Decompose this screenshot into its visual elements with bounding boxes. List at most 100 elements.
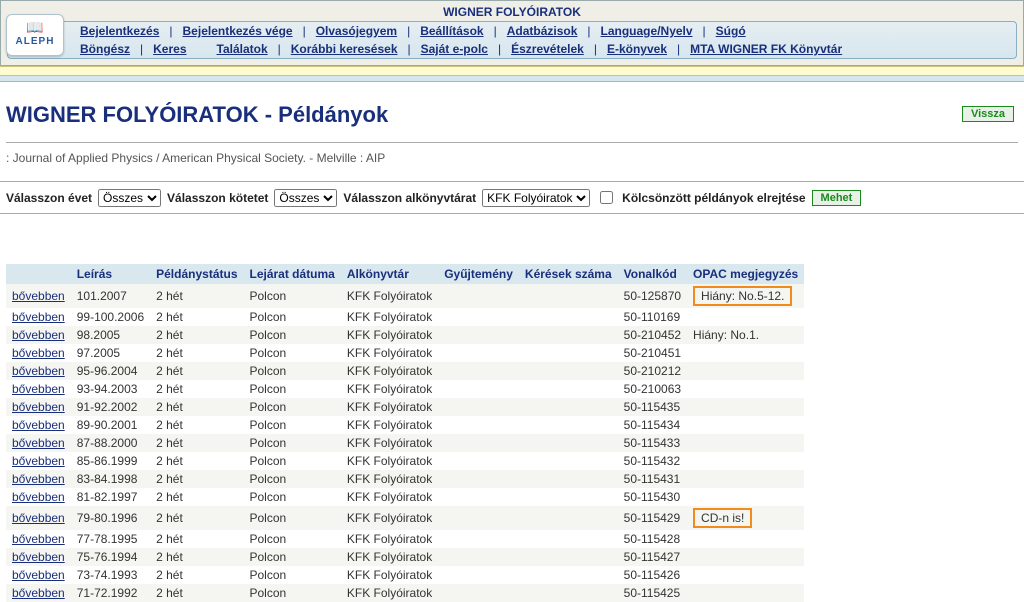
cell-desc: 93-94.2003 [71,380,150,398]
cell-barcode: 50-115434 [618,416,687,434]
cell-collection [438,470,519,488]
cell-actions: bővebben [6,308,71,326]
cell-status: 2 hét [150,398,243,416]
cell-barcode: 50-115430 [618,488,687,506]
cell-requests [519,530,618,548]
cell-location: Polcon [244,506,341,530]
nav-row-1: Bejelentkezés | Bejelentkezés vége | Olvasój… [8,22,1016,40]
cell-desc: 85-86.1999 [71,452,150,470]
cell-opac-note [687,398,804,416]
more-link[interactable]: bővebben [12,400,65,414]
more-link[interactable]: bővebben [12,436,65,450]
sublib-select[interactable]: KFK Folyóiratok [482,189,590,207]
hide-loaned-checkbox[interactable] [600,191,613,204]
cell-actions: bővebben [6,566,71,584]
year-select[interactable]: Összes [98,189,161,207]
col-p-ld-nyst-tus: Példánystátus [150,264,243,284]
cell-location: Polcon [244,362,341,380]
cell-actions: bővebben [6,326,71,344]
table-row: bővebben75-76.19942 hétPolconKFK Folyóir… [6,548,804,566]
hide-loaned-label: Kölcsönzött példányok elrejtése [622,191,805,205]
table-body: bővebben101.20072 hétPolconKFK Folyóirat… [6,284,804,602]
cell-sublibrary: KFK Folyóiratok [341,548,438,566]
nav-separator: | [677,42,680,56]
nav-r1-be-ll-t-sok[interactable]: Beállítások [420,24,483,38]
nav-r2-kor-bbi-keres-sek[interactable]: Korábbi keresések [291,42,398,56]
more-link[interactable]: bővebben [12,511,65,525]
more-link[interactable]: bővebben [12,310,65,324]
table-row: bővebben95-96.20042 hétPolconKFK Folyóir… [6,362,804,380]
nav-r2-tal-latok[interactable]: Találatok [217,42,268,56]
nav-separator: | [587,24,590,38]
cell-opac-note: Hiány: No.5-12. [687,284,804,308]
cell-opac-note: Hiány: No.1. [687,326,804,344]
cell-location: Polcon [244,308,341,326]
cell-opac-note [687,584,804,602]
more-link[interactable]: bővebben [12,532,65,546]
nav-r1-adatb-zisok[interactable]: Adatbázisok [507,24,578,38]
logo-text: ALEPH [16,36,55,47]
cell-status: 2 hét [150,344,243,362]
nav-r1-bejelentkez-s[interactable]: Bejelentkezés [80,24,159,38]
more-link[interactable]: bővebben [12,364,65,378]
more-link[interactable]: bővebben [12,328,65,342]
cell-desc: 71-72.1992 [71,584,150,602]
volume-select[interactable]: Összes [274,189,337,207]
cell-desc: 97.2005 [71,344,150,362]
cell-opac-note [687,488,804,506]
more-link[interactable]: bővebben [12,568,65,582]
more-link[interactable]: bővebben [12,418,65,432]
cell-collection [438,488,519,506]
table-row: bővebben91-92.20022 hétPolconKFK Folyóir… [6,398,804,416]
table-row: bővebben79-80.19962 hétPolconKFK Folyóir… [6,506,804,530]
cell-status: 2 hét [150,434,243,452]
cell-status: 2 hét [150,566,243,584]
cell-actions: bővebben [6,452,71,470]
nav-r2-saj-t-e-polc[interactable]: Saját e-polc [421,42,488,56]
cell-sublibrary: KFK Folyóiratok [341,326,438,344]
cell-actions: bővebben [6,362,71,380]
cell-requests [519,566,618,584]
cell-actions: bővebben [6,584,71,602]
cell-desc: 101.2007 [71,284,150,308]
nav-r1-language-nyelv[interactable]: Language/Nyelv [601,24,693,38]
nav-r2-b-ng-sz[interactable]: Böngész [80,42,130,56]
cell-collection [438,548,519,566]
cell-opac-note [687,434,804,452]
nav-r1-olvas-jegyem[interactable]: Olvasójegyem [316,24,397,38]
nav-r1-bejelentkez-s-v-ge[interactable]: Bejelentkezés vége [183,24,293,38]
cell-collection [438,434,519,452]
cell-location: Polcon [244,584,341,602]
more-link[interactable]: bővebben [12,586,65,600]
more-link[interactable]: bővebben [12,490,65,504]
cell-sublibrary: KFK Folyóiratok [341,362,438,380]
cell-requests [519,434,618,452]
go-button[interactable]: Mehet [812,190,862,206]
cell-desc: 87-88.2000 [71,434,150,452]
nav-r2-e-k-nyvek[interactable]: E-könyvek [607,42,667,56]
cell-location: Polcon [244,380,341,398]
cell-desc: 81-82.1997 [71,488,150,506]
cell-opac-note [687,416,804,434]
nav-r2--szrev-telek[interactable]: Észrevételek [511,42,584,56]
more-link[interactable]: bővebben [12,382,65,396]
cell-location: Polcon [244,326,341,344]
more-link[interactable]: bővebben [12,289,65,303]
cell-sublibrary: KFK Folyóiratok [341,488,438,506]
more-link[interactable]: bővebben [12,454,65,468]
filter-bar: Válasszon évet Összes Válasszon kötetet … [0,181,1024,214]
logo-icon: 📖 [26,19,43,35]
cell-collection [438,284,519,308]
cell-barcode: 50-115435 [618,398,687,416]
more-link[interactable]: bővebben [12,550,65,564]
cell-actions: bővebben [6,344,71,362]
more-link[interactable]: bővebben [12,472,65,486]
items-table: LeírásPéldánystátusLejárat dátumaAlkönyv… [6,264,804,602]
more-link[interactable]: bővebben [12,346,65,360]
nav-separator: | [703,24,706,38]
nav-r2-mta-wigner-fk-k-nyvt-r[interactable]: MTA WIGNER FK Könyvtár [690,42,842,56]
logo[interactable]: 📖 ALEPH [6,14,64,56]
nav-r1-s-g-[interactable]: Súgó [716,24,746,38]
back-button[interactable]: Vissza [962,106,1014,122]
nav-r2-keres[interactable]: Keres [153,42,186,56]
